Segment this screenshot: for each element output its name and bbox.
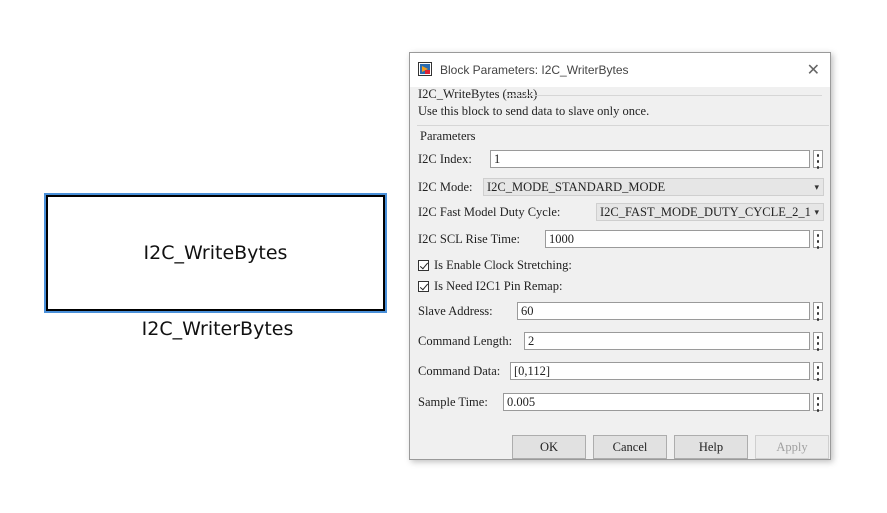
simulink-icon: [418, 62, 432, 76]
clock-stretch-checkbox[interactable]: Is Enable Clock Stretching:: [418, 258, 572, 273]
i2c-mode-select[interactable]: I2C_MODE_STANDARD_MODE ▾: [483, 178, 824, 196]
block-label: I2C_WriteBytes: [143, 242, 288, 264]
row-fast-duty: I2C Fast Model Duty Cycle:: [418, 201, 560, 223]
divider: [505, 95, 822, 96]
command-length-label: Command Length:: [418, 333, 513, 348]
fast-duty-select[interactable]: I2C_FAST_MODE_DUTY_CYCLE_2_1 ▾: [596, 203, 824, 221]
chevron-down-icon: ▾: [814, 207, 819, 217]
row-i2c-mode: I2C Mode:: [418, 176, 473, 198]
checkbox-checked-icon[interactable]: [418, 281, 429, 292]
command-data-input[interactable]: [0,112]: [510, 362, 810, 380]
scl-rise-input[interactable]: 1000: [545, 230, 810, 248]
close-icon[interactable]: ✕: [807, 60, 820, 80]
row-slave-address: Slave Address:: [418, 300, 493, 322]
row-scl-rise: I2C SCL Rise Time:: [418, 228, 520, 250]
apply-button[interactable]: Apply: [755, 435, 829, 459]
command-length-input[interactable]: 2: [524, 332, 810, 350]
mask-description: Use this block to send data to slave onl…: [418, 104, 650, 118]
sample-time-input[interactable]: 0.005: [503, 393, 810, 411]
scl-rise-options-icon[interactable]: [813, 230, 823, 249]
checkbox-checked-icon[interactable]: [418, 260, 429, 271]
pin-remap-checkbox[interactable]: Is Need I2C1 Pin Remap:: [418, 279, 562, 294]
scl-rise-label: I2C SCL Rise Time:: [418, 231, 520, 246]
help-button[interactable]: Help: [674, 435, 748, 459]
row-command-length: Command Length:: [418, 330, 512, 352]
ok-button[interactable]: OK: [512, 435, 586, 459]
sample-time-label: Sample Time:: [418, 394, 488, 409]
fast-duty-label: I2C Fast Model Duty Cycle:: [418, 204, 561, 219]
block-parameters-dialog: Block Parameters: I2C_WriterBytes ✕ I2C_…: [409, 52, 831, 460]
slave-address-label: Slave Address:: [418, 303, 493, 318]
row-command-data: Command Data:: [418, 360, 500, 382]
row-i2c-index: I2C Index:: [418, 148, 472, 170]
i2c-index-label: I2C Index:: [418, 151, 472, 166]
simulink-block[interactable]: I2C_WriteBytes: [46, 195, 385, 311]
dialog-title: Block Parameters: I2C_WriterBytes: [440, 63, 629, 77]
i2c-index-input[interactable]: 1: [490, 150, 810, 168]
sample-time-options-icon[interactable]: [813, 393, 823, 412]
slave-address-input[interactable]: 60: [517, 302, 810, 320]
dialog-titlebar[interactable]: Block Parameters: I2C_WriterBytes ✕: [410, 53, 830, 87]
command-data-label: Command Data:: [418, 363, 501, 378]
command-length-options-icon[interactable]: [813, 332, 823, 351]
chevron-down-icon: ▾: [814, 182, 819, 192]
clock-stretch-label: Is Enable Clock Stretching:: [434, 258, 572, 272]
i2c-mode-label: I2C Mode:: [418, 179, 473, 194]
pin-remap-label: Is Need I2C1 Pin Remap:: [434, 279, 563, 293]
slave-address-options-icon[interactable]: [813, 302, 823, 321]
parameters-title: Parameters: [420, 129, 480, 144]
i2c-index-options-icon[interactable]: [813, 150, 823, 169]
command-data-options-icon[interactable]: [813, 362, 823, 381]
block-name[interactable]: I2C_WriterBytes: [46, 318, 389, 340]
row-sample-time: Sample Time:: [418, 391, 488, 413]
i2c-mode-value: I2C_MODE_STANDARD_MODE: [487, 180, 666, 194]
fast-duty-value: I2C_FAST_MODE_DUTY_CYCLE_2_1: [600, 205, 811, 219]
cancel-button[interactable]: Cancel: [593, 435, 667, 459]
